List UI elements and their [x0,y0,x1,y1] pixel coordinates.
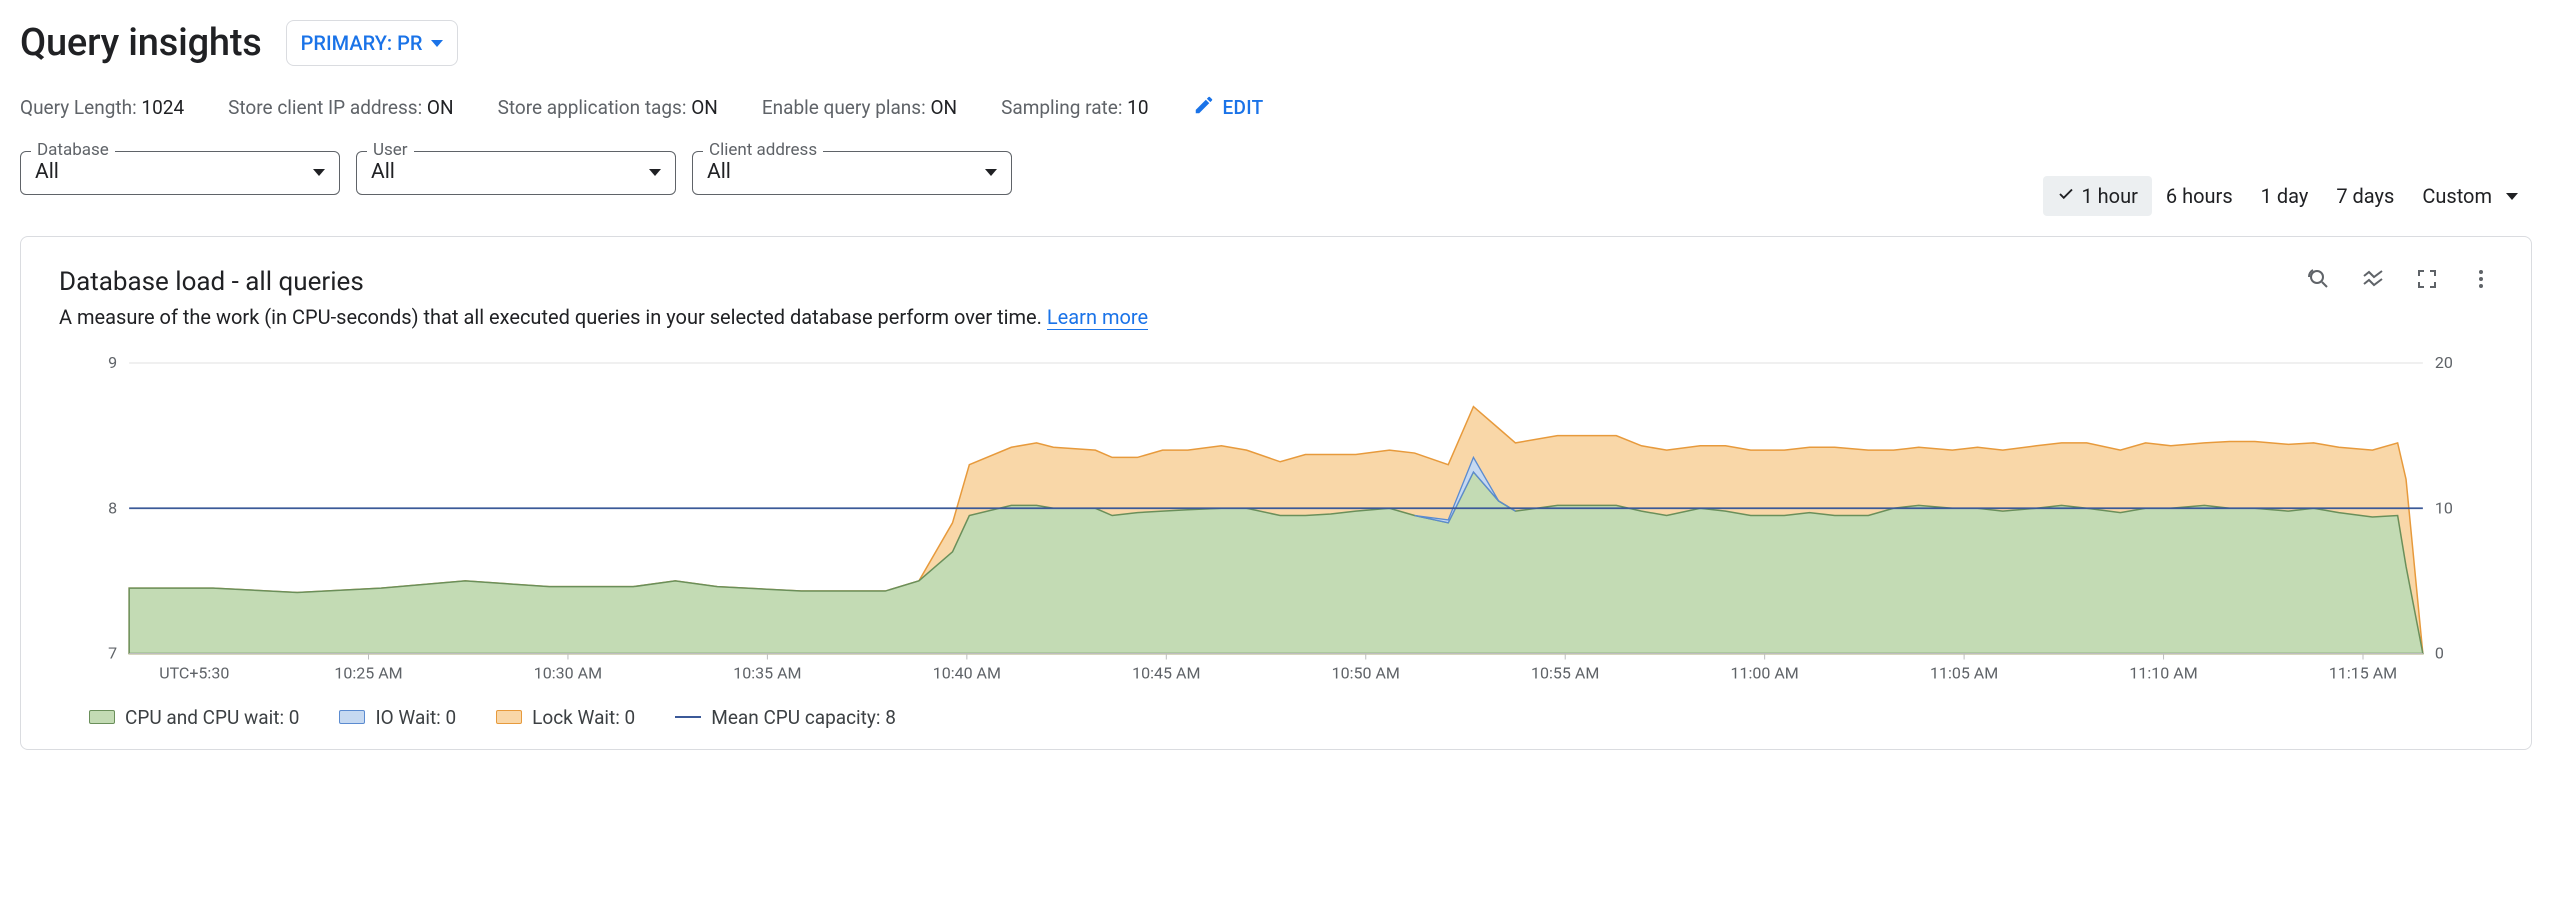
chart-legend: CPU and CPU wait: 0 IO Wait: 0 Lock Wait… [59,706,2493,729]
config-store-tags-label: Store application tags: [498,96,687,119]
zoom-reset-icon[interactable] [2307,267,2331,295]
time-range-selector: 1 hour 6 hours 1 day 7 days Custom [2043,151,2532,216]
svg-text:10:30 AM: 10:30 AM [534,664,602,683]
filter-user-value: All [371,160,395,184]
caret-down-icon [313,169,325,176]
config-store-tags-value: ON [691,96,718,119]
filter-database-label: Database [31,140,115,160]
config-store-ip-value: ON [427,96,454,119]
pencil-icon [1193,94,1215,121]
svg-text:7: 7 [108,643,117,662]
svg-text:11:00 AM: 11:00 AM [1731,664,1799,683]
config-query-plans: Enable query plans: ON [762,96,957,119]
legend-lock-swatch [496,710,522,724]
svg-text:8: 8 [108,498,117,517]
filter-client-value: All [707,160,731,184]
chart-title: Database load - all queries [59,267,364,297]
svg-text:10:55 AM: 10:55 AM [1531,664,1599,683]
svg-text:11:10 AM: 11:10 AM [2129,664,2197,683]
time-opt-6hours[interactable]: 6 hours [2152,176,2247,216]
more-icon[interactable] [2469,267,2493,295]
legend-cpu-label: CPU and CPU wait: 0 [125,706,299,729]
chart-subtitle: A measure of the work (in CPU-seconds) t… [59,305,2493,329]
svg-text:11:15 AM: 11:15 AM [2329,664,2397,683]
config-store-ip-label: Store client IP address: [228,96,422,119]
svg-text:10:45 AM: 10:45 AM [1132,664,1200,683]
svg-text:0: 0 [2435,643,2444,662]
svg-text:9: 9 [108,353,117,372]
filter-database[interactable]: Database All [20,151,340,195]
filter-client[interactable]: Client address All [692,151,1012,195]
chart-card: Database load - all queries A measure of… [20,236,2532,750]
config-store-tags: Store application tags: ON [498,96,718,119]
config-sampling: Sampling rate: 10 [1001,96,1148,119]
learn-more-link[interactable]: Learn more [1047,305,1148,330]
caret-down-icon [431,40,443,47]
time-opt-custom[interactable]: Custom [2408,176,2532,216]
svg-text:11:05 AM: 11:05 AM [1930,664,1998,683]
chart-svg: 7 8 9 0 10 20 UTC+5:30 10:25 AM 10:30 AM 10:35 AM… [59,353,2493,694]
svg-text:20: 20 [2435,353,2453,372]
time-opt-custom-label: Custom [2422,184,2492,208]
config-sampling-label: Sampling rate: [1001,96,1122,119]
legend-io-label: IO Wait: 0 [375,706,456,729]
edit-label: EDIT [1223,96,1264,119]
instance-selector-label: PRIMARY: PR [301,31,423,55]
config-sampling-value: 10 [1127,96,1148,119]
page-title: Query insights [20,21,262,65]
check-icon [2057,184,2075,208]
config-query-plans-value: ON [930,96,957,119]
chart-subtitle-text: A measure of the work (in CPU-seconds) t… [59,305,1047,329]
caret-down-icon [649,169,661,176]
edit-button[interactable]: EDIT [1193,94,1264,121]
config-query-length-label: Query Length: [20,96,137,119]
config-query-plans-label: Enable query plans: [762,96,926,119]
fullscreen-icon[interactable] [2415,267,2439,295]
legend-mean-label: Mean CPU capacity: 8 [711,706,896,729]
legend-io-swatch [339,710,365,724]
filter-user-label: User [367,140,414,160]
legend-lock[interactable]: Lock Wait: 0 [496,706,635,729]
filter-database-value: All [35,160,59,184]
svg-text:10:35 AM: 10:35 AM [733,664,801,683]
config-query-length: Query Length: 1024 [20,96,184,119]
svg-text:10:50 AM: 10:50 AM [1332,664,1400,683]
time-opt-7days[interactable]: 7 days [2322,176,2408,216]
caret-down-icon [2506,193,2518,200]
legend-io[interactable]: IO Wait: 0 [339,706,456,729]
time-opt-1day[interactable]: 1 day [2247,176,2323,216]
filter-client-label: Client address [703,140,823,160]
config-row: Query Length: 1024 Store client IP addre… [20,94,2532,121]
svg-text:10:25 AM: 10:25 AM [334,664,402,683]
legend-mean[interactable]: Mean CPU capacity: 8 [675,706,896,729]
legend-lock-label: Lock Wait: 0 [532,706,635,729]
caret-down-icon [985,169,997,176]
svg-text:10:40 AM: 10:40 AM [933,664,1001,683]
filter-user[interactable]: User All [356,151,676,195]
legend-toggle-icon[interactable] [2361,267,2385,295]
instance-selector[interactable]: PRIMARY: PR [286,20,458,66]
svg-text:UTC+5:30: UTC+5:30 [159,664,229,683]
svg-text:10: 10 [2435,498,2453,517]
legend-cpu[interactable]: CPU and CPU wait: 0 [89,706,299,729]
time-opt-1hour-label: 1 hour [2081,184,2137,208]
config-query-length-value: 1024 [141,96,184,119]
legend-mean-swatch [675,716,701,718]
config-store-ip: Store client IP address: ON [228,96,453,119]
time-opt-1hour[interactable]: 1 hour [2043,176,2151,216]
legend-cpu-swatch [89,710,115,724]
